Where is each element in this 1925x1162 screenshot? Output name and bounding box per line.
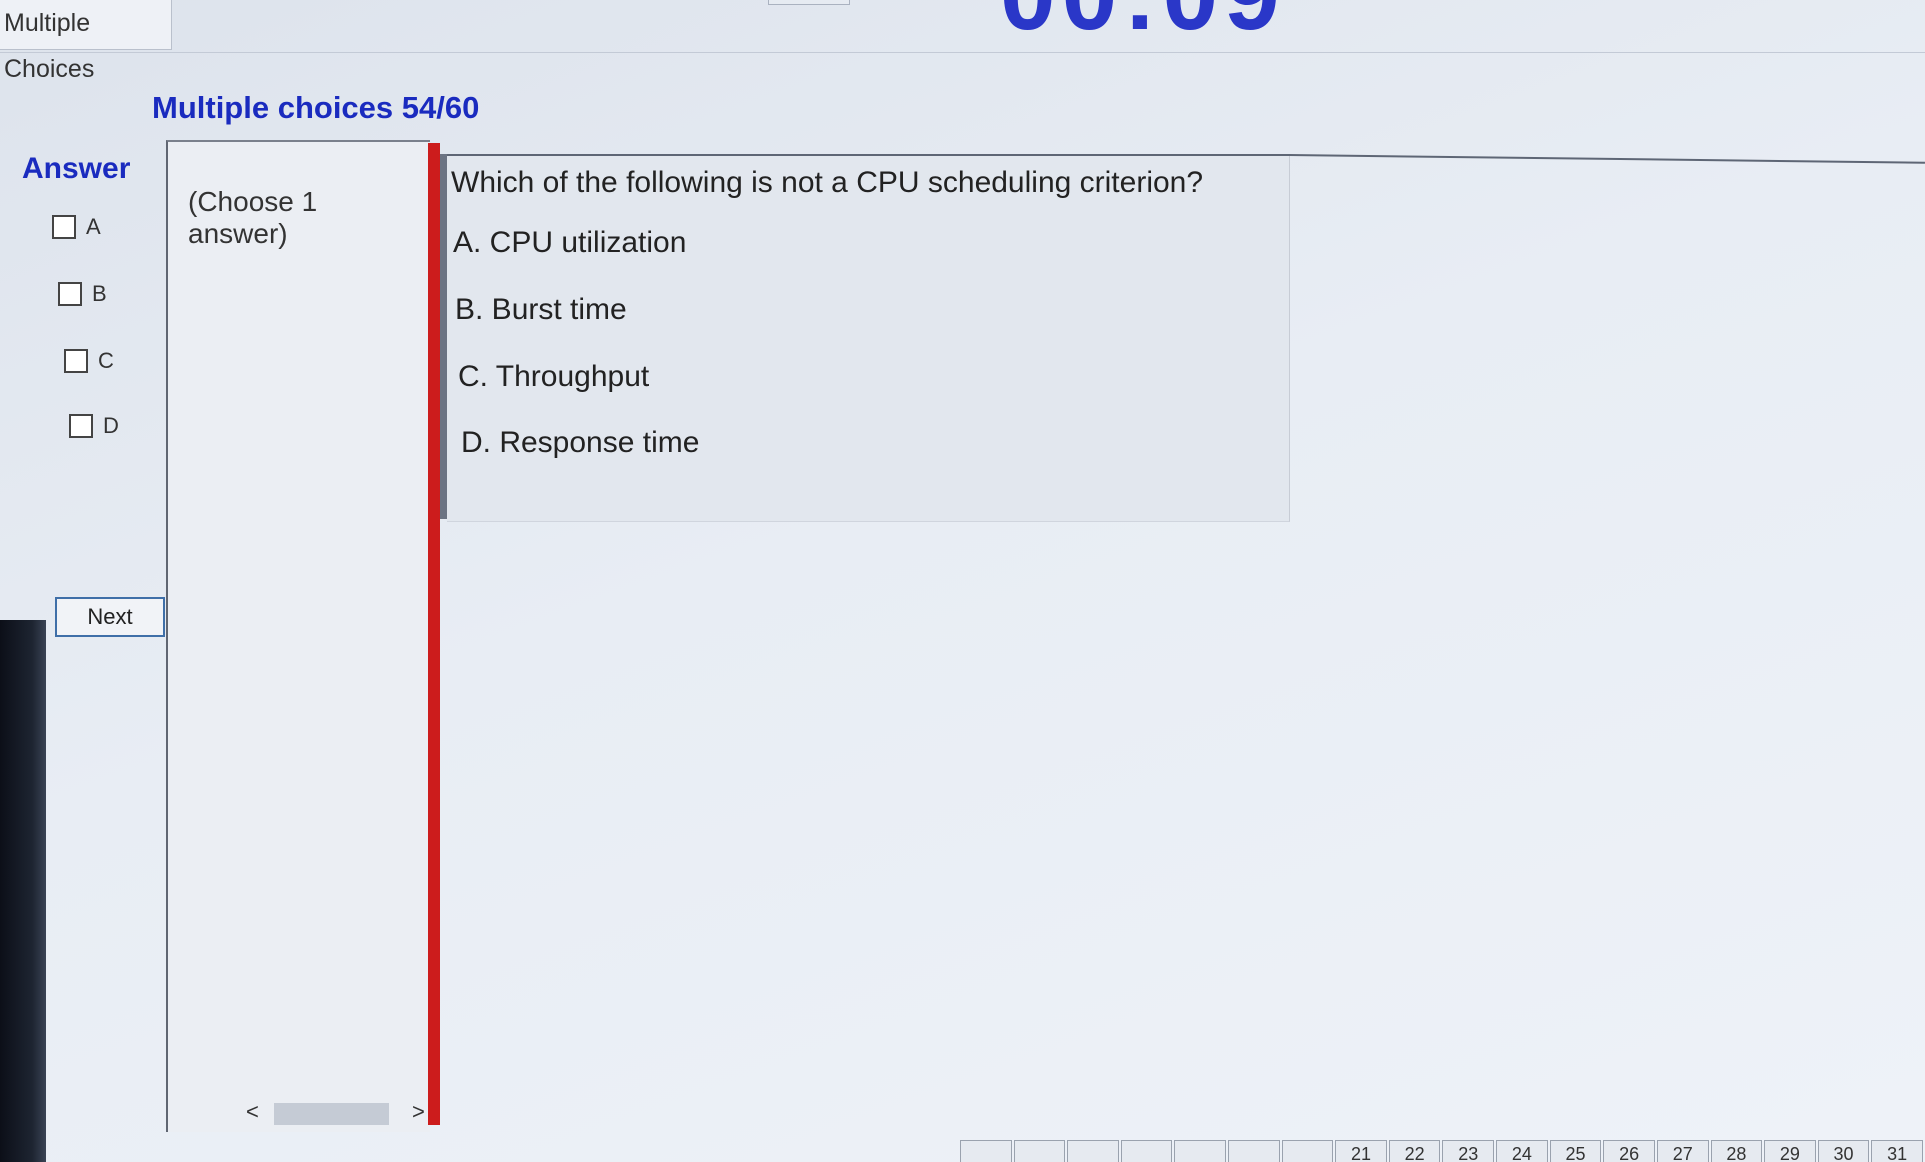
question-box-edge <box>440 154 447 519</box>
instructions-text: (Choose 1 answer) <box>188 186 318 249</box>
answer-option-a[interactable]: A <box>52 212 101 242</box>
choice-d: D. Response time <box>461 426 700 459</box>
page-button-28[interactable]: 28 <box>1710 1140 1763 1162</box>
page-button-21[interactable]: 21 <box>1335 1140 1387 1162</box>
page-button[interactable] <box>1174 1140 1227 1162</box>
checkbox-a[interactable] <box>52 215 76 239</box>
scroll-right-icon[interactable]: > <box>412 1099 425 1125</box>
page-button[interactable] <box>1228 1140 1280 1162</box>
next-button[interactable]: Next <box>55 597 165 637</box>
red-divider <box>428 143 440 1125</box>
page-button-23[interactable]: 23 <box>1442 1140 1495 1162</box>
checkbox-d[interactable] <box>69 414 93 438</box>
page-button[interactable] <box>1281 1140 1334 1162</box>
answer-option-b[interactable]: B <box>58 279 107 309</box>
timer-frame <box>768 0 850 5</box>
page-button[interactable] <box>1067 1140 1119 1162</box>
page-button-24[interactable]: 24 <box>1496 1140 1548 1162</box>
tab-multiple-choices[interactable]: Multiple Choices <box>0 0 172 83</box>
question-text: Which of the following is not a CPU sche… <box>451 166 1204 199</box>
exam-screen: Multiple Choices 00:09 Multiple choices … <box>0 0 1925 1162</box>
page-button-30[interactable]: 30 <box>1817 1140 1870 1162</box>
answer-option-c[interactable]: C <box>64 346 114 376</box>
page-button-27[interactable]: 27 <box>1656 1140 1709 1162</box>
page-button[interactable] <box>1013 1140 1066 1162</box>
checkbox-c[interactable] <box>64 349 88 373</box>
page-button-29[interactable]: 29 <box>1764 1140 1816 1162</box>
option-label-d: D <box>103 413 119 438</box>
question-box: Which of the following is not a CPU sche… <box>447 154 1290 522</box>
monitor-bezel <box>0 620 46 1162</box>
countdown-timer: 00:09 <box>1000 0 1286 53</box>
question-pager: 21 22 23 24 25 26 27 28 29 30 31 <box>960 1140 1925 1162</box>
choice-a: A. CPU utilization <box>453 226 687 259</box>
answer-heading: Answer <box>22 152 131 185</box>
page-button-22[interactable]: 22 <box>1388 1140 1441 1162</box>
page-button-31[interactable]: 31 <box>1871 1140 1923 1162</box>
answer-option-d[interactable]: D <box>69 411 119 441</box>
checkbox-b[interactable] <box>58 282 82 306</box>
page-button[interactable] <box>960 1140 1012 1162</box>
page-button-25[interactable]: 25 <box>1549 1140 1602 1162</box>
choice-b: B. Burst time <box>455 293 627 326</box>
page-button[interactable] <box>1120 1140 1173 1162</box>
page-title: Multiple choices 54/60 <box>152 90 480 125</box>
scroll-thumb[interactable] <box>274 1103 389 1125</box>
question-rule <box>1288 154 1925 164</box>
horizontal-scrollbar[interactable]: < > <box>244 1099 430 1127</box>
scroll-left-icon[interactable]: < <box>246 1099 259 1125</box>
page-button-26[interactable]: 26 <box>1603 1140 1655 1162</box>
option-label-b: B <box>92 281 107 306</box>
choice-c: C. Throughput <box>458 360 650 393</box>
option-label-c: C <box>98 348 114 373</box>
tab-strip: Multiple Choices 00:09 <box>0 0 1925 83</box>
instructions-panel: (Choose 1 answer) < > <box>166 140 430 1132</box>
option-label-a: A <box>86 214 101 239</box>
